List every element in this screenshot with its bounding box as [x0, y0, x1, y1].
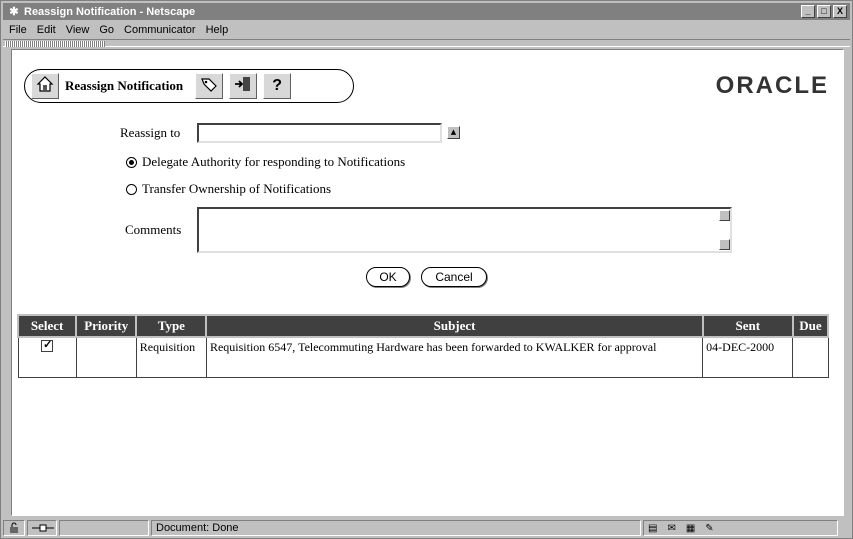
security-icon[interactable] [3, 520, 25, 536]
component-bar: ▤ ✉ ▦ ✎ [643, 520, 838, 536]
navigator-icon[interactable]: ▤ [648, 523, 657, 534]
toolbar-grip[interactable] [5, 41, 105, 47]
comments-label: Comments [125, 222, 182, 237]
due-cell [792, 336, 829, 378]
comments-scroll-down[interactable] [719, 239, 730, 250]
header-type: Type [135, 314, 208, 338]
oracle-logo: ORACLE [715, 72, 829, 99]
notifications-table: Select Priority Type Subject Sent Due ✓ … [16, 314, 830, 378]
delegate-label: Delegate Authority for responding to Not… [142, 154, 406, 169]
header-due[interactable]: Due [791, 314, 830, 338]
app-toolbar: Reassign Notification ? [24, 69, 354, 103]
header-priority: Priority [75, 314, 138, 338]
header-select: Select [16, 314, 78, 338]
browser-window: ✱ Reassign Notification - Netscape _ □ X… [0, 0, 853, 539]
close-button[interactable]: X [833, 5, 847, 18]
menu-bar: File Edit View Go Communicator Help [3, 22, 228, 38]
exit-door-icon [234, 75, 252, 97]
reassign-button[interactable] [195, 73, 224, 99]
exit-button[interactable] [229, 73, 258, 99]
status-bar: Document: Done ▤ ✉ ▦ ✎ [3, 519, 850, 537]
page-title: Reassign Notification [65, 78, 184, 93]
help-icon: ? [272, 77, 282, 94]
select-checkbox[interactable] [41, 338, 54, 352]
discussion-icon[interactable]: ▦ [686, 523, 695, 534]
maximize-button[interactable]: □ [817, 5, 831, 18]
transfer-label: Transfer Ownership of Notifications [142, 181, 332, 196]
header-sent[interactable]: Sent [701, 314, 794, 338]
title-bar[interactable]: ✱ Reassign Notification - Netscape _ □ X [3, 3, 850, 20]
reassign-to-input[interactable] [197, 123, 442, 143]
cancel-button[interactable]: Cancel [421, 267, 487, 287]
menu-file[interactable]: File [9, 24, 27, 36]
help-button[interactable]: ? [263, 73, 292, 99]
ok-button[interactable]: OK [366, 267, 410, 287]
home-button[interactable] [31, 73, 59, 99]
status-text: Document: Done [151, 520, 641, 536]
collapsed-toolbar [3, 39, 850, 47]
netscape-icon: ✱ [9, 6, 19, 18]
menu-go[interactable]: Go [99, 24, 114, 36]
sent-cell: 04-DEC-2000 [702, 336, 794, 378]
mail-icon[interactable]: ✉ [667, 523, 675, 534]
menu-help[interactable]: Help [206, 24, 229, 36]
delegate-radio[interactable] [126, 156, 137, 168]
subject-cell[interactable]: Requisition 6547, Telecommuting Hardware… [205, 336, 704, 378]
page-content: Reassign Notification ? ORACLE Reassign … [11, 49, 844, 516]
menu-edit[interactable]: Edit [37, 24, 56, 36]
priority-cell [75, 336, 137, 378]
comments-scroll-up[interactable] [719, 210, 730, 221]
window-controls: _ □ X [801, 5, 847, 18]
header-subject[interactable]: Subject [205, 314, 704, 338]
comments-textarea[interactable] [197, 207, 732, 253]
transfer-radio[interactable] [126, 183, 137, 195]
connection-icon [27, 520, 57, 536]
tag-icon [200, 75, 218, 97]
triangle-up-icon: ▲ [450, 128, 457, 136]
table-row: Requisition Requisition 6547, Telecommut… [17, 336, 829, 378]
composer-icon[interactable]: ✎ [705, 523, 713, 534]
home-icon [36, 75, 54, 97]
menu-communicator[interactable]: Communicator [124, 24, 196, 36]
minimize-button[interactable]: _ [801, 5, 815, 18]
menu-view[interactable]: View [66, 24, 90, 36]
table-header-row: Select Priority Type Subject Sent Due [16, 314, 830, 338]
progress-bar [59, 520, 149, 536]
type-cell: Requisition [135, 336, 207, 378]
window-title: Reassign Notification - Netscape [24, 5, 196, 18]
reassign-to-label: Reassign to [120, 125, 181, 140]
lov-button[interactable]: ▲ [447, 126, 460, 139]
transfer-option[interactable]: Transfer Ownership of Notifications [126, 181, 331, 197]
delegate-option[interactable]: Delegate Authority for responding to Not… [126, 154, 405, 170]
select-cell [17, 336, 77, 378]
